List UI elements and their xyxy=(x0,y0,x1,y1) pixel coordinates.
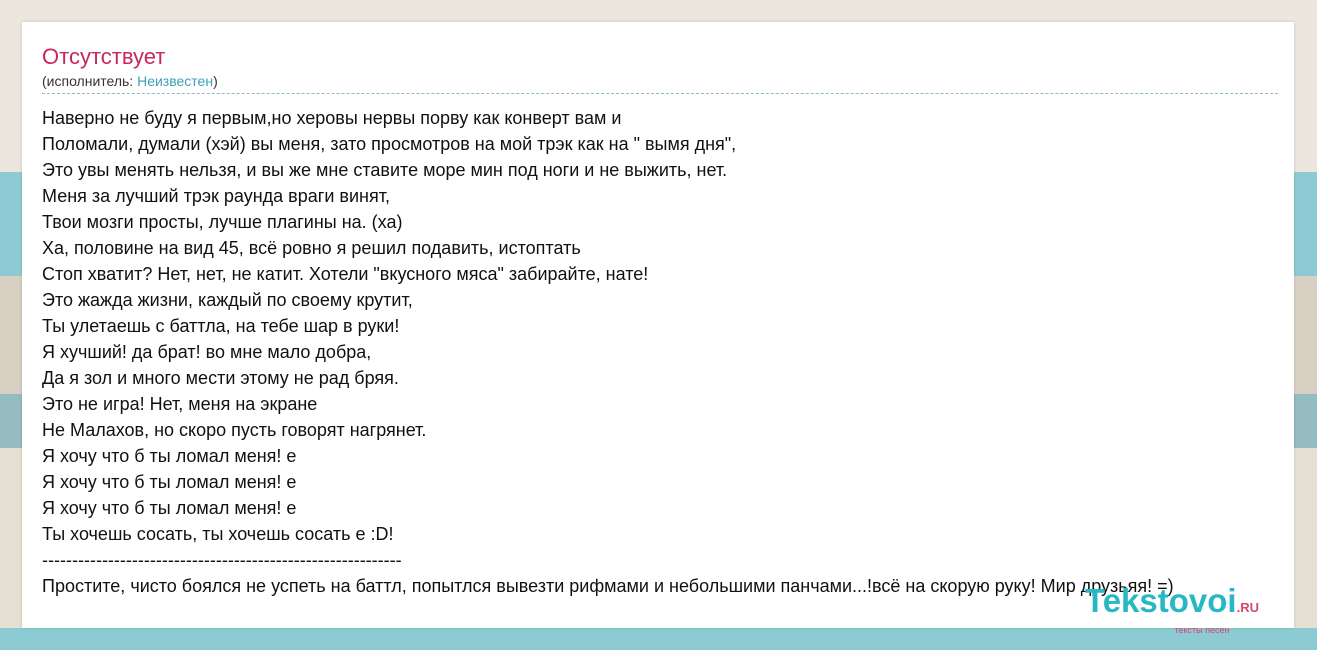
lyric-line: Ха, половине на вид 45, всё ровно я реши… xyxy=(42,238,581,258)
song-title: Отсутствует xyxy=(42,44,166,69)
lyric-line: Стоп хватит? Нет, нет, не катит. Хотели … xyxy=(42,264,649,284)
lyrics-card: Отсутствует (исполнитель: Неизвестен) На… xyxy=(22,22,1294,628)
logo-wordmark: Tekstovoi.RU xyxy=(1085,584,1259,625)
lyric-line: Да я зол и много мести этому не рад бряя… xyxy=(42,368,399,388)
lyric-line: Ты хочешь сосать, ты хочешь сосать е :D! xyxy=(42,524,394,544)
artist-line: (исполнитель: Неизвестен) xyxy=(42,73,1278,89)
lyric-separator: ----------------------------------------… xyxy=(42,550,402,570)
lyric-line: Наверно не буду я первым,но херовы нервы… xyxy=(42,108,622,128)
lyric-line: Это увы менять нельзя, и вы же мне стави… xyxy=(42,160,728,180)
logo-domain: .RU xyxy=(1236,600,1259,615)
lyric-line: Это жажда жизни, каждый по своему крутит… xyxy=(42,290,413,310)
artist-link[interactable]: Неизвестен xyxy=(137,73,213,89)
lyric-line: Это не игра! Нет, меня на экране xyxy=(42,394,318,414)
lyric-line: Я хочу что б ты ломал меня! е xyxy=(42,446,297,466)
lyric-line: Ты улетаешь с баттла, на тебе шар в руки… xyxy=(42,316,400,336)
lyric-line: Я хочу что б ты ломал меня! е xyxy=(42,498,297,518)
lyric-line: Поломали, думали (хэй) вы меня, зато про… xyxy=(42,134,737,154)
song-header: Отсутствует (исполнитель: Неизвестен) xyxy=(42,44,1278,94)
logo-tagline: тексты песен xyxy=(1174,625,1230,635)
artist-prefix: (исполнитель: xyxy=(42,73,138,89)
lyric-line: Не Малахов, но скоро пусть говорят нагря… xyxy=(42,420,427,440)
lyric-line: Меня за лучший трэк раунда враги винят, xyxy=(42,186,390,206)
lyric-line: Я хочу что б ты ломал меня! е xyxy=(42,472,297,492)
site-logo[interactable]: Tekstovoi.RU тексты песен xyxy=(1085,584,1259,636)
artist-suffix: ) xyxy=(213,73,218,89)
lyrics-text: Наверно не буду я первым,но херовы нервы… xyxy=(42,105,1294,599)
lyric-line: Я хучший! да брат! во мне мало добра, xyxy=(42,342,372,362)
logo-main-text: Tekstovoi xyxy=(1085,582,1237,619)
lyric-line: Твои мозги просты, лучше плагины на. (ха… xyxy=(42,212,403,232)
